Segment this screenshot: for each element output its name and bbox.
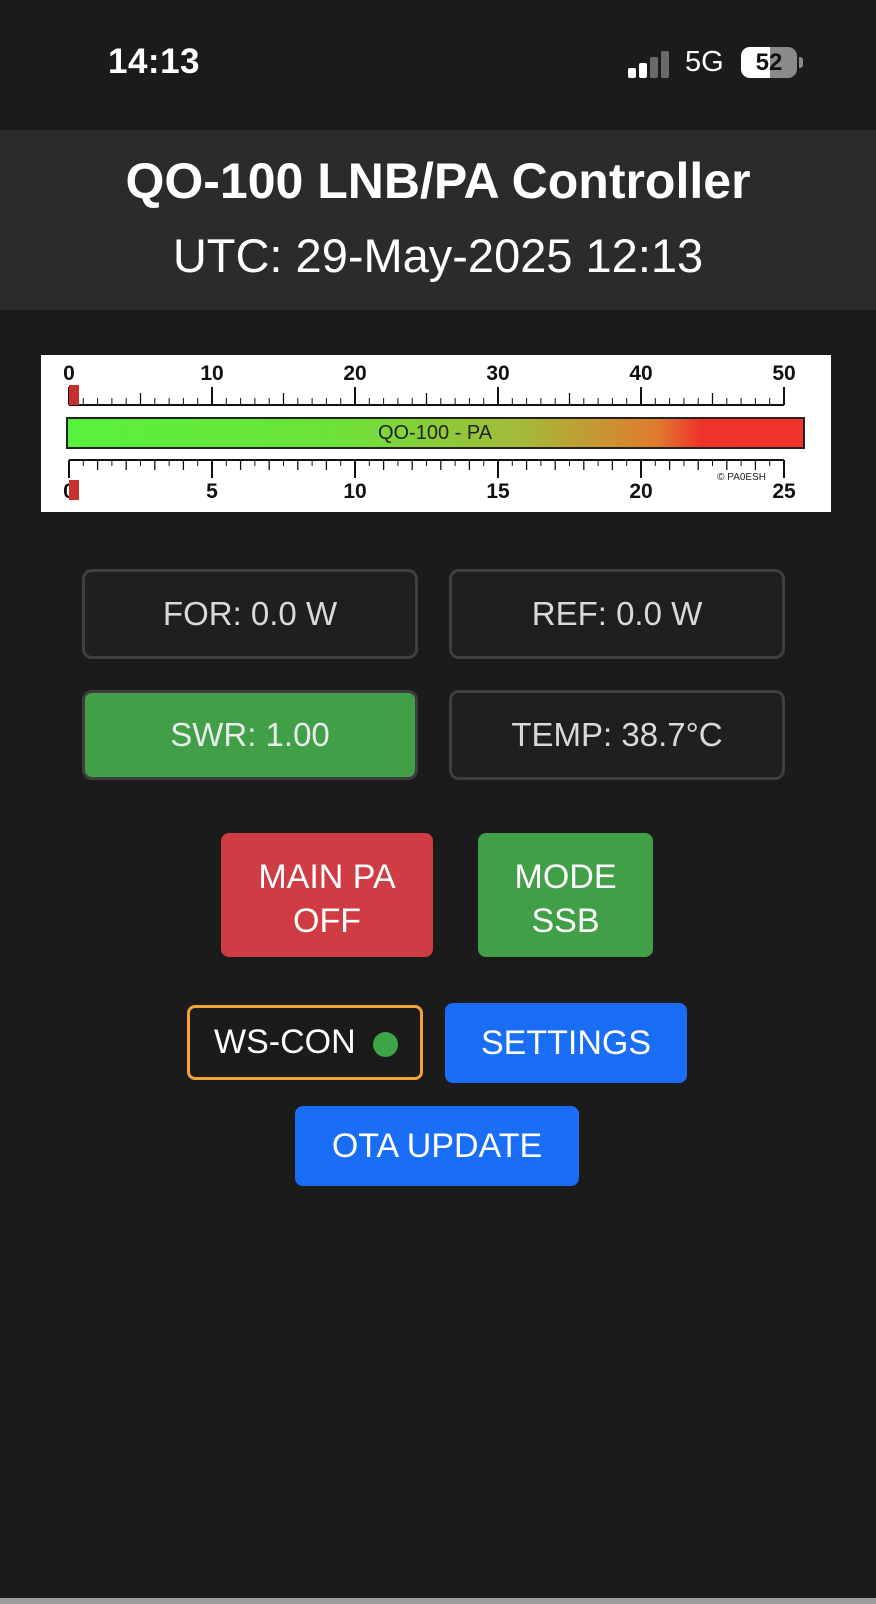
main-pa-toggle-button[interactable]: MAIN PA OFF — [221, 833, 433, 957]
mode-toggle-button[interactable]: MODE SSB — [478, 833, 653, 957]
top-needle — [69, 385, 79, 405]
meter-copyright: © PA0ESH — [717, 472, 766, 483]
top-scale-ticks — [68, 387, 785, 406]
meter-tick-label: 25 — [772, 480, 796, 503]
meter-tick-label: 5 — [206, 480, 218, 503]
meter-tick-label: 0 — [63, 362, 75, 385]
main-pa-label: MAIN PA — [258, 858, 396, 896]
meter-label: QO-100 - PA — [378, 422, 493, 444]
ota-update-button[interactable]: OTA UPDATE — [295, 1106, 579, 1186]
meter-tick-label: 20 — [343, 362, 366, 385]
swr-readout: SWR: 1.00 — [82, 690, 418, 780]
mode-state: SSB — [531, 902, 600, 940]
mode-label: MODE — [514, 858, 617, 896]
cellular-signal-icon — [628, 50, 672, 78]
power-meter: 0 10 20 30 40 50 0 5 10 15 20 25 QO-100 - PA © PA0… — [41, 355, 831, 512]
top-scale-labels: 0 10 20 30 40 50 — [63, 362, 796, 385]
bottom-edge-bar — [0, 1598, 876, 1604]
meter-tick-label: 20 — [629, 480, 652, 503]
page-title: QO-100 LNB/PA Controller — [125, 153, 751, 209]
battery-icon: 52 — [741, 47, 803, 78]
reflected-power-readout: REF: 0.0 W — [449, 569, 785, 659]
settings-button[interactable]: SETTINGS — [445, 1003, 687, 1083]
bottom-scale-labels: 0510152025 — [63, 480, 796, 503]
meter-tick-label: 40 — [629, 362, 652, 385]
battery-level: 52 — [755, 49, 783, 76]
meter-tick-label: 10 — [343, 480, 366, 503]
ws-con-label: WS-CON — [214, 1023, 356, 1061]
meter-tick-label: 15 — [486, 480, 510, 503]
meter-tick-label: 10 — [200, 362, 223, 385]
utc-clock: UTC: 29-May-2025 12:13 — [172, 229, 704, 282]
forward-power-readout: FOR: 0.0 W — [82, 569, 418, 659]
meter-tick-label: 30 — [486, 362, 509, 385]
page-header: QO-100 LNB/PA Controller UTC: 29-May-202… — [0, 130, 876, 310]
status-time: 14:13 — [108, 42, 201, 81]
ws-connection-button[interactable]: WS-CON — [187, 1005, 423, 1080]
main-pa-state: OFF — [293, 902, 361, 940]
bottom-scale-ticks — [68, 459, 785, 478]
temperature-readout: TEMP: 38.7°C — [449, 690, 785, 780]
network-type: 5G — [685, 46, 724, 78]
bottom-needle — [69, 480, 79, 500]
meter-tick-label: 50 — [772, 362, 795, 385]
connection-status-dot-icon — [373, 1032, 398, 1057]
